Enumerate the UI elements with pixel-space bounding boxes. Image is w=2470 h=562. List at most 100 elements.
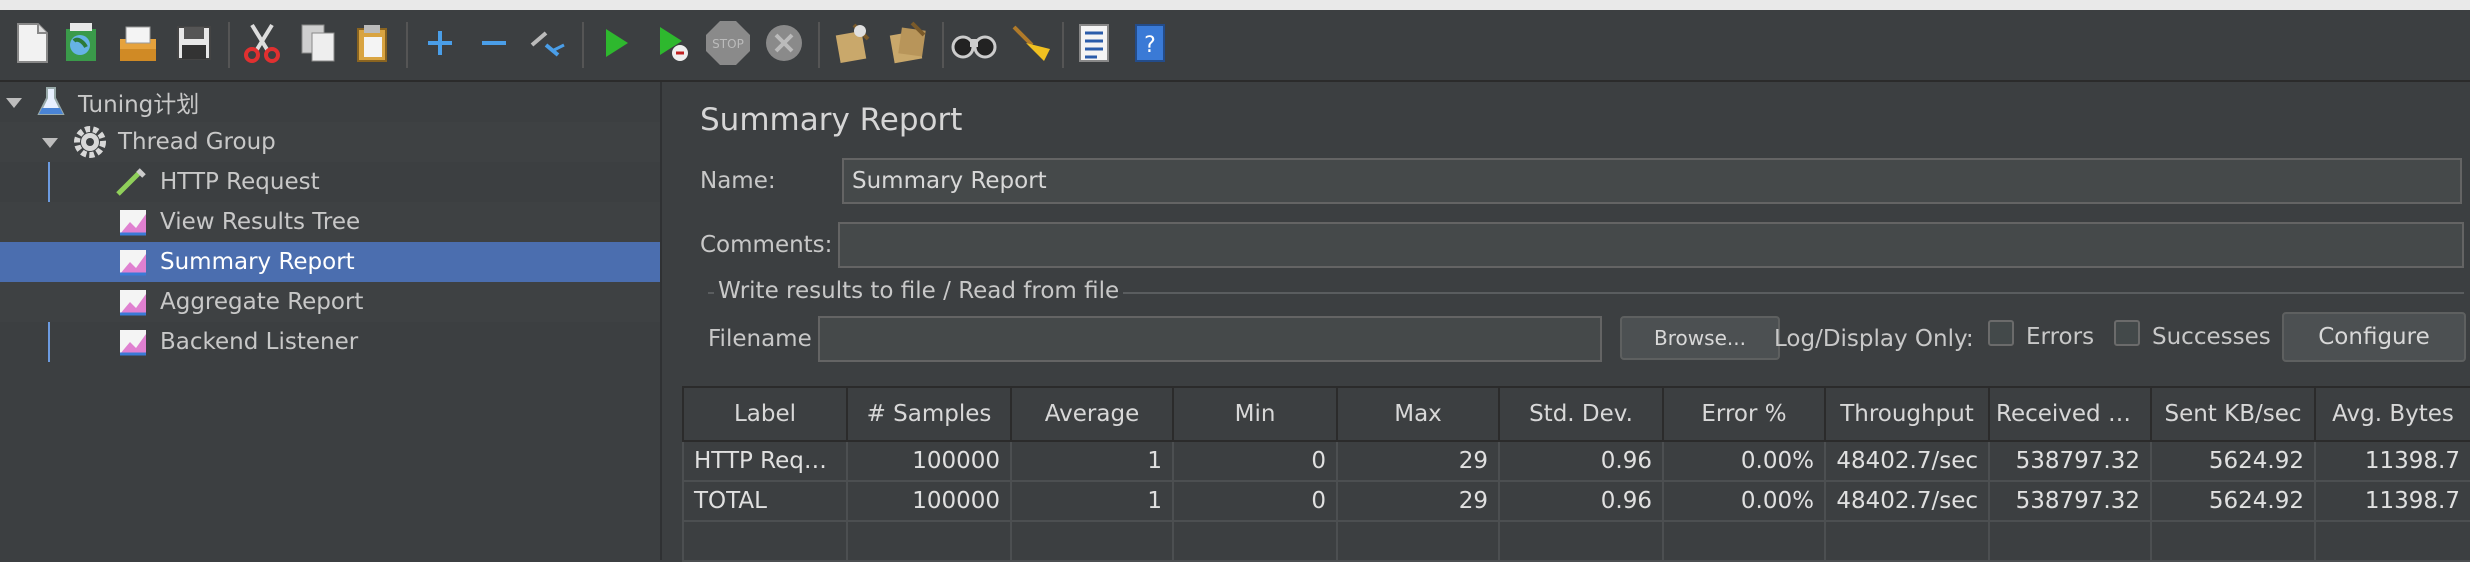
tree-item-label: Tuning计划	[78, 92, 200, 118]
search-binoculars-icon[interactable]	[948, 18, 1000, 68]
tree-item-thread-group[interactable]: Thread Group	[0, 122, 660, 162]
start-icon[interactable]	[590, 18, 642, 68]
column-header[interactable]: Label	[682, 386, 848, 442]
test-plan-tree: Tuning计划 Thread Group HTTP Request View …	[0, 82, 660, 560]
column-header[interactable]: Std. Dev.	[1498, 386, 1664, 442]
column-header[interactable]: Avg. Bytes	[2314, 386, 2470, 442]
toolbar-separator	[582, 22, 584, 68]
expand-arrow-icon[interactable]	[38, 130, 62, 160]
name-field[interactable]: Summary Report	[842, 158, 2462, 204]
errors-label[interactable]: Errors	[2026, 324, 2094, 350]
column-header[interactable]: Error %	[1662, 386, 1826, 442]
column-header[interactable]: Average	[1010, 386, 1174, 442]
table-cell: 0.96	[1498, 440, 1664, 482]
table-cell: 29	[1336, 480, 1500, 522]
open-icon[interactable]	[112, 18, 164, 68]
clear-all-icon[interactable]	[882, 18, 934, 68]
summary-report-panel: Summary Report Name: Summary Report Comm…	[682, 82, 2470, 562]
table-cell: 5624.92	[2150, 480, 2316, 522]
toolbar-separator	[406, 22, 408, 68]
tree-item-label: Thread Group	[118, 129, 276, 155]
templates-icon[interactable]	[56, 18, 108, 68]
browse-button[interactable]: Browse...	[1620, 316, 1780, 360]
toolbar-separator	[1062, 22, 1064, 68]
reset-search-broom-icon[interactable]	[1004, 18, 1056, 68]
function-helper-icon[interactable]	[1068, 18, 1120, 68]
table-cell: 538797.32	[1988, 480, 2152, 522]
chart-icon	[118, 208, 148, 242]
tree-item-test-plan[interactable]: Tuning计划	[0, 82, 660, 122]
table-row-empty	[682, 520, 2470, 562]
table-cell: 0.00%	[1662, 440, 1826, 482]
table-cell: 29	[1336, 440, 1500, 482]
successes-checkbox[interactable]	[2114, 320, 2140, 346]
expand-plus-icon[interactable]	[414, 18, 466, 68]
table-cell: 0	[1172, 440, 1338, 482]
toolbar-separator	[818, 22, 820, 68]
column-header[interactable]: Throughput	[1824, 386, 1990, 442]
paste-icon[interactable]	[346, 18, 398, 68]
stop-icon[interactable]: STOP	[702, 18, 754, 68]
pipette-icon	[114, 166, 150, 204]
log-display-label: Log/Display Only:	[1774, 326, 1974, 352]
tree-item-summary-report[interactable]: Summary Report	[0, 242, 660, 282]
table-row[interactable]: HTTP Requ... 100000 1 0 29 0.96 0.00% 48…	[682, 440, 2470, 482]
successes-label[interactable]: Successes	[2152, 324, 2271, 350]
table-cell: 1	[1010, 440, 1174, 482]
table-cell: 11398.7	[2314, 480, 2470, 522]
comments-label: Comments:	[700, 232, 833, 258]
tree-item-backend-listener[interactable]: Backend Listener	[0, 322, 660, 362]
tree-item-aggregate-report[interactable]: Aggregate Report	[0, 282, 660, 322]
table-cell: 100000	[846, 480, 1012, 522]
column-header[interactable]: Received K...	[1988, 386, 2152, 442]
table-row[interactable]: TOTAL 100000 1 0 29 0.96 0.00% 48402.7/s…	[682, 480, 2470, 522]
filename-field[interactable]	[818, 316, 1602, 362]
expand-arrow-icon[interactable]	[2, 90, 26, 120]
clear-icon[interactable]	[826, 18, 878, 68]
tree-item-label: Summary Report	[160, 249, 355, 275]
tree-item-label: HTTP Request	[160, 169, 320, 195]
table-cell: 1	[1010, 480, 1174, 522]
name-label: Name:	[700, 168, 776, 194]
start-no-pauses-icon[interactable]	[646, 18, 698, 68]
toolbar: STOP ?	[0, 10, 2470, 82]
save-icon[interactable]	[168, 18, 220, 68]
svg-text:STOP: STOP	[712, 37, 744, 51]
svg-text:?: ?	[1144, 33, 1156, 58]
shutdown-icon[interactable]	[758, 18, 810, 68]
toolbar-separator	[228, 22, 230, 68]
test-plan-flask-icon	[36, 84, 66, 126]
summary-table: Label # Samples Average Min Max Std. Dev…	[682, 386, 2470, 562]
tree-item-http-request[interactable]: HTTP Request	[0, 162, 660, 202]
table-header-row: Label # Samples Average Min Max Std. Dev…	[682, 386, 2470, 442]
configure-button[interactable]: Configure	[2282, 312, 2466, 362]
table-cell: 11398.7	[2314, 440, 2470, 482]
column-header[interactable]: # Samples	[846, 386, 1012, 442]
column-header[interactable]: Sent KB/sec	[2150, 386, 2316, 442]
filename-label: Filename	[708, 326, 812, 352]
tree-item-label: Backend Listener	[160, 329, 359, 355]
tree-item-label: Aggregate Report	[160, 289, 364, 315]
column-header[interactable]: Min	[1172, 386, 1338, 442]
collapse-minus-icon[interactable]	[468, 18, 520, 68]
help-icon[interactable]: ?	[1124, 18, 1176, 68]
cut-icon[interactable]	[236, 18, 288, 68]
comments-field[interactable]	[838, 222, 2464, 268]
tree-item-label: View Results Tree	[160, 209, 361, 235]
table-cell: 0.00%	[1662, 480, 1826, 522]
new-icon[interactable]	[6, 18, 58, 68]
toolbar-separator	[942, 22, 944, 68]
table-cell: 48402.7/sec	[1824, 440, 1990, 482]
table-cell: 538797.32	[1988, 440, 2152, 482]
errors-checkbox[interactable]	[1988, 320, 2014, 346]
toggle-icon[interactable]	[522, 18, 574, 68]
window-top-strip	[0, 0, 2470, 10]
tree-item-view-results-tree[interactable]: View Results Tree	[0, 202, 660, 242]
column-header[interactable]: Max	[1336, 386, 1500, 442]
table-cell: 5624.92	[2150, 440, 2316, 482]
split-pane-divider[interactable]	[660, 82, 684, 560]
table-cell: HTTP Requ...	[682, 440, 848, 482]
table-cell: 100000	[846, 440, 1012, 482]
copy-icon[interactable]	[292, 18, 344, 68]
table-cell: TOTAL	[682, 480, 848, 522]
